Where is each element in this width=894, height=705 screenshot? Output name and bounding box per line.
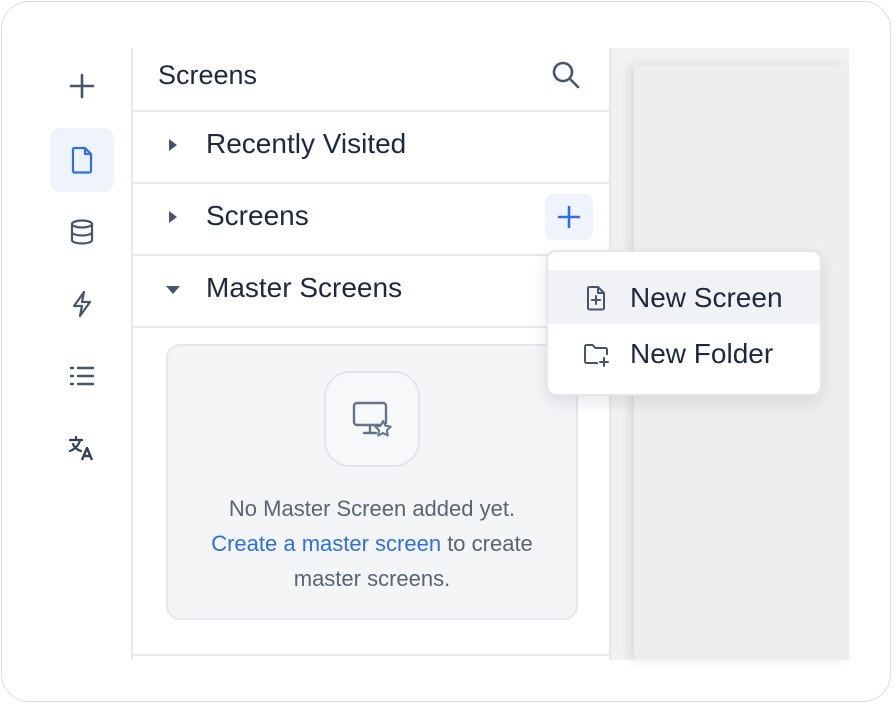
section-screens[interactable]: Screens xyxy=(133,182,609,256)
menu-item-new-folder[interactable]: New Folder xyxy=(548,326,820,380)
caret-right-icon xyxy=(169,211,177,223)
database-nav-button[interactable] xyxy=(50,200,114,264)
panel-header: Screens xyxy=(133,48,609,112)
outline-nav-button[interactable] xyxy=(50,344,114,408)
search-icon xyxy=(552,61,580,89)
caret-down-icon xyxy=(166,286,180,294)
screens-nav-button[interactable] xyxy=(50,128,114,192)
caret-right-icon xyxy=(169,139,177,151)
menu-item-label: New Folder xyxy=(630,338,774,369)
empty-state-line2-rest: to create xyxy=(441,531,533,556)
empty-state-card: No Master Screen added yet. Create a mas… xyxy=(166,344,578,620)
search-button[interactable] xyxy=(549,58,583,92)
lightning-icon xyxy=(72,290,92,318)
section-label: Master Screens xyxy=(206,272,403,303)
translate-icon xyxy=(68,435,94,461)
plus-icon xyxy=(557,205,581,229)
section-label: Screens xyxy=(206,200,309,231)
add-menu: New Screen New Folder xyxy=(546,250,822,396)
create-master-screen-link[interactable]: Create a master screen xyxy=(211,531,441,556)
add-button[interactable] xyxy=(50,54,114,118)
section-master-screens[interactable]: Master Screens xyxy=(133,254,609,328)
divider xyxy=(133,654,609,656)
actions-nav-button[interactable] xyxy=(50,272,114,336)
page-icon xyxy=(71,146,93,174)
panel-title: Screens xyxy=(158,60,258,90)
folder-plus-icon xyxy=(584,344,609,367)
list-icon xyxy=(69,366,95,386)
add-screen-button[interactable] xyxy=(545,194,593,240)
empty-state-line1: No Master Screen added yet. xyxy=(228,496,516,521)
app-window: Screens Recently Visited Screens Master … xyxy=(1,1,891,702)
translate-nav-button[interactable] xyxy=(50,416,114,480)
section-label: Recently Visited xyxy=(206,128,407,159)
empty-state-line3: master screens. xyxy=(293,566,451,591)
plus-icon xyxy=(69,73,95,99)
menu-item-new-screen[interactable]: New Screen xyxy=(548,270,820,324)
database-icon xyxy=(70,219,94,245)
file-plus-icon xyxy=(587,286,605,311)
section-recently-visited[interactable]: Recently Visited xyxy=(133,110,609,184)
empty-state-line2: Create a master screen to create xyxy=(168,526,576,561)
monitor-star-icon xyxy=(352,401,392,437)
screens-panel: Screens Recently Visited Screens Master … xyxy=(131,48,611,660)
empty-state-text: No Master Screen added yet. Create a mas… xyxy=(168,491,576,596)
menu-item-label: New Screen xyxy=(630,282,783,313)
empty-state-icon-box xyxy=(324,371,420,467)
